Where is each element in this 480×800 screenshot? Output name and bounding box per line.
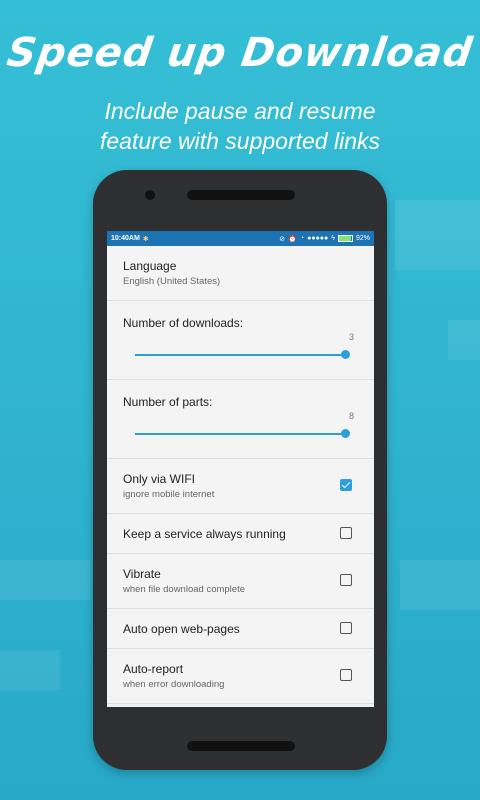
pref-wifi[interactable]: Only via WIFI ignore mobile internet bbox=[107, 459, 374, 514]
autoreport-checkbox[interactable] bbox=[340, 669, 352, 681]
pref-summary: ignore mobile internet bbox=[123, 489, 215, 500]
pref-title: Keep a service always running bbox=[123, 527, 286, 541]
pref-title: Only via WIFI bbox=[123, 472, 196, 486]
sync-icon: ⊘ bbox=[279, 235, 286, 243]
parts-seekbar[interactable] bbox=[135, 433, 345, 435]
wifi-checkbox[interactable] bbox=[340, 479, 352, 491]
hero-title: Speed up Download bbox=[4, 30, 476, 76]
signal-icon: ●●●●● bbox=[307, 235, 329, 242]
pref-language[interactable]: Language English (United States) bbox=[107, 246, 374, 301]
bg-stripe bbox=[400, 560, 480, 610]
wifi-icon: ◔ bbox=[299, 235, 305, 242]
speaker-grille bbox=[187, 741, 295, 751]
status-bar: 10:40AM ✱ ⊘ ⏰ ◔ ●●●●● ϟ 92% bbox=[107, 231, 374, 246]
hero-subtitle-line: Include pause and resume bbox=[104, 98, 376, 124]
vibrate-checkbox[interactable] bbox=[340, 574, 352, 586]
pref-title: Language bbox=[123, 259, 177, 273]
pref-title: Auto-report bbox=[123, 662, 184, 676]
pref-summary: English (United States) bbox=[123, 276, 221, 287]
alarm-icon: ⏰ bbox=[288, 235, 297, 243]
pref-parts: Number of parts: 8 bbox=[107, 380, 374, 459]
pref-title: Number of parts: bbox=[123, 395, 213, 409]
pref-summary: when file download complete bbox=[123, 584, 245, 595]
pref-autoopen[interactable]: Auto open web-pages bbox=[107, 609, 374, 649]
service-checkbox[interactable] bbox=[340, 527, 352, 539]
pref-downloads: Number of downloads: 3 bbox=[107, 301, 374, 380]
charging-icon: ϟ bbox=[331, 235, 335, 242]
pref-autoreport[interactable]: Auto-report when error downloading bbox=[107, 649, 374, 704]
downloads-seekbar[interactable] bbox=[135, 354, 345, 356]
battery-percent: 92% bbox=[355, 235, 370, 242]
seekbar-value: 8 bbox=[348, 411, 354, 421]
bg-stripe bbox=[0, 560, 90, 600]
phone-frame: 10:40AM ✱ ⊘ ⏰ ◔ ●●●●● ϟ 92% Language Eng… bbox=[93, 170, 387, 770]
camera-icon bbox=[145, 190, 155, 200]
battery-fill bbox=[338, 236, 351, 241]
status-time: 10:40AM bbox=[111, 235, 140, 242]
pref-summary: when error downloading bbox=[123, 679, 225, 690]
pref-title: Number of downloads: bbox=[123, 316, 244, 330]
bg-stripe bbox=[395, 200, 480, 270]
parts-seekbar-thumb[interactable] bbox=[341, 429, 350, 438]
autoopen-checkbox[interactable] bbox=[340, 622, 352, 634]
battery-icon bbox=[337, 235, 353, 242]
pref-service[interactable]: Keep a service always running bbox=[107, 514, 374, 554]
bg-stripe bbox=[0, 650, 60, 690]
status-icons: ⊘ ⏰ ◔ ●●●●● ϟ 92% bbox=[279, 235, 370, 243]
hero-subtitle-line: feature with supported links bbox=[100, 128, 380, 154]
pref-title: Auto open web-pages bbox=[123, 622, 240, 636]
phone-screen: 10:40AM ✱ ⊘ ⏰ ◔ ●●●●● ϟ 92% Language Eng… bbox=[107, 231, 374, 707]
bug-icon: ✱ bbox=[142, 235, 149, 243]
bg-stripe bbox=[448, 320, 480, 360]
hero-subtitle: Include pause and resume feature with su… bbox=[0, 96, 480, 156]
downloads-seekbar-thumb[interactable] bbox=[341, 350, 350, 359]
pref-vibrate[interactable]: Vibrate when file download complete bbox=[107, 554, 374, 609]
seekbar-value: 3 bbox=[348, 332, 354, 342]
speaker-grille bbox=[187, 190, 295, 200]
pref-title: Vibrate bbox=[123, 567, 161, 581]
